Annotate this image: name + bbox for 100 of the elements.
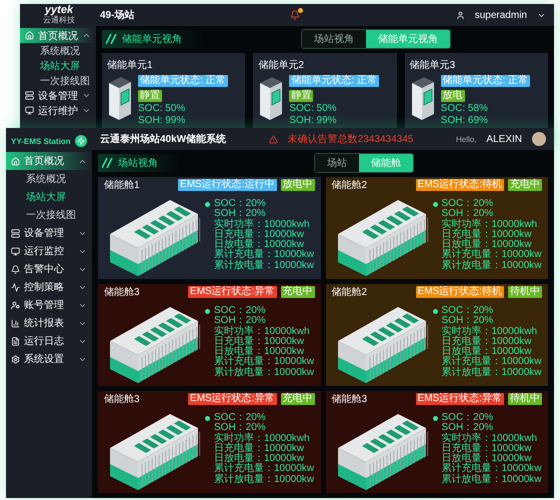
stat-text: 累计放电量：10000kw	[442, 260, 542, 271]
stat-text: 累计充电量：10000kw	[442, 357, 542, 368]
stat-text: 日充电量：10000kw	[442, 444, 533, 454]
sidebar-item[interactable]: 设备管理	[6, 224, 92, 242]
sidebar-item[interactable]: 运行监控	[6, 242, 92, 260]
card-title: 储能舱3	[332, 392, 368, 406]
soh-reading: SOH: 99%	[138, 116, 186, 126]
brand-name: YY-EMS Station	[11, 136, 71, 146]
alarm-count[interactable]: 未确认告警总数2343434345	[288, 132, 414, 146]
status-tag: EMS运行状态:异常	[416, 393, 504, 405]
stat-text: 累计充电量：10000kw	[442, 464, 542, 474]
mode-tag: 静置	[138, 90, 162, 102]
menu-item-icon	[25, 31, 34, 40]
sidebar-subitem[interactable]: 场站大屏	[6, 188, 92, 206]
soh-reading: SOH: 69%	[440, 116, 489, 126]
status-dot	[205, 202, 210, 207]
stat-text: 累计充电量：10000kw	[214, 250, 314, 260]
menu-item-icon	[11, 156, 20, 166]
status-dot	[205, 308, 210, 314]
stat-text: SOH：20%	[214, 316, 267, 326]
status-dot	[205, 416, 210, 421]
sidebar-subitem[interactable]: 一次接线图	[20, 73, 96, 88]
stat-text: 实时功率：10000kwh	[214, 434, 311, 444]
menu-item-icon	[11, 264, 20, 274]
greeting-text: Hello,	[456, 134, 476, 144]
stat-text: SOH：20%	[442, 209, 494, 220]
stat-text: 实时功率：10000kwh	[442, 326, 538, 337]
card-title: 储能舱2	[332, 286, 368, 299]
cabinet-drawing	[258, 75, 284, 121]
station-title: 49-场站	[100, 8, 134, 22]
menu-item-icon	[11, 228, 20, 238]
status-dot	[432, 308, 438, 314]
view-tab[interactable]: 场站	[315, 154, 359, 172]
stat-text: SOH：20%	[442, 316, 494, 326]
status-tag: EMS运行状态:异常	[188, 286, 276, 298]
stat-text: 日充电量：10000kw	[214, 230, 306, 240]
mode-tag: 放电中	[280, 179, 314, 191]
status-tag: EMS运行状态:待机	[416, 179, 504, 191]
card-title: 储能舱3	[104, 286, 140, 299]
sidebar-item[interactable]: 账号管理	[6, 296, 92, 314]
stat-text: 日充电量：10000kw	[442, 230, 533, 240]
slash-decor-icon	[102, 158, 114, 168]
stat-text: 日充电量：10000kw	[214, 444, 306, 454]
status-tag: EMS运行状态:待机	[416, 286, 504, 298]
menu-item-icon	[11, 282, 20, 292]
mode-tag: 充电中	[508, 179, 542, 191]
power-icon	[74, 135, 87, 147]
stat-text: SOC：20%	[214, 199, 266, 210]
sidebar-item[interactable]: 设备管理	[20, 88, 96, 103]
card-title: 储能单元2	[258, 58, 305, 72]
stat-text: 日充电量：10000kw	[214, 336, 306, 347]
avatar[interactable]	[532, 132, 546, 146]
sidebar-item[interactable]: 首页概况	[20, 28, 96, 43]
menu-item-icon	[25, 106, 34, 115]
menu-item-icon	[11, 300, 20, 310]
mode-tag: 静置	[289, 90, 314, 102]
menu-item-icon	[11, 354, 20, 364]
stat-text: SOH：20%	[214, 423, 267, 434]
stat-text: 累计放电量：10000kw	[214, 260, 314, 271]
sidebar-item[interactable]: 系统设置	[6, 350, 92, 368]
stat-text: 实时功率：10000kwh	[214, 220, 311, 230]
status-tag: 储能单元状态: 正常	[289, 75, 379, 87]
soc-reading: SOC: 50%	[289, 104, 338, 114]
user-icon	[456, 10, 465, 20]
view-tab[interactable]: 场站视角	[302, 30, 366, 48]
stat-text: 累计充电量：10000kw	[214, 464, 314, 474]
card-title: 储能单元3	[410, 58, 456, 72]
sidebar-item[interactable]: 统计报表	[6, 314, 92, 332]
stat-text: 实时功率：10000kwh	[214, 326, 311, 337]
stat-text: SOC：20%	[442, 199, 494, 210]
status-tag: EMS运行状态:异常	[188, 393, 276, 405]
sidebar-subitem[interactable]: 一次接线图	[6, 206, 92, 224]
sidebar-item[interactable]: 告警中心	[6, 260, 92, 278]
user-menu[interactable]: superadmin	[474, 10, 527, 20]
sidebar-subitem[interactable]: 系统概况	[20, 43, 96, 58]
sidebar-item[interactable]: 控制策略	[6, 278, 92, 296]
user-name[interactable]: ALEXIN	[486, 134, 522, 144]
cabinet-drawing	[107, 75, 133, 121]
stat-text: 累计放电量：10000kw	[214, 474, 314, 485]
sidebar-item[interactable]: 运行维护	[20, 103, 96, 118]
stat-text: SOC：20%	[214, 413, 266, 424]
logo-wordmark: yytek	[44, 4, 74, 16]
sidebar-subitem[interactable]: 场站大屏	[20, 58, 96, 73]
status-dot	[432, 202, 438, 207]
status-tag: 储能单元状态: 正常	[440, 75, 530, 87]
notification-icon[interactable]	[290, 10, 300, 20]
stat-text: 累计充电量：10000kw	[214, 357, 314, 368]
sidebar-subitem[interactable]: 系统概况	[6, 170, 92, 188]
sidebar-item[interactable]: 首页概况	[6, 152, 92, 170]
stat-text: 日充电量：10000kw	[442, 336, 533, 347]
soc-reading: SOC: 50%	[138, 104, 186, 114]
mode-tag: 充电中	[280, 393, 314, 405]
card-title: 储能舱2	[332, 178, 368, 192]
card-title: 储能舱1	[104, 178, 140, 192]
logo-subtitle: 云通科技	[43, 16, 75, 24]
menu-item-icon	[11, 246, 20, 256]
sidebar-item[interactable]: 运行日志	[6, 332, 92, 350]
stat-text: 实时功率：10000kwh	[442, 220, 538, 230]
card-title: 储能单元1	[107, 58, 154, 72]
status-tag: EMS运行状态:运行中	[178, 179, 276, 191]
